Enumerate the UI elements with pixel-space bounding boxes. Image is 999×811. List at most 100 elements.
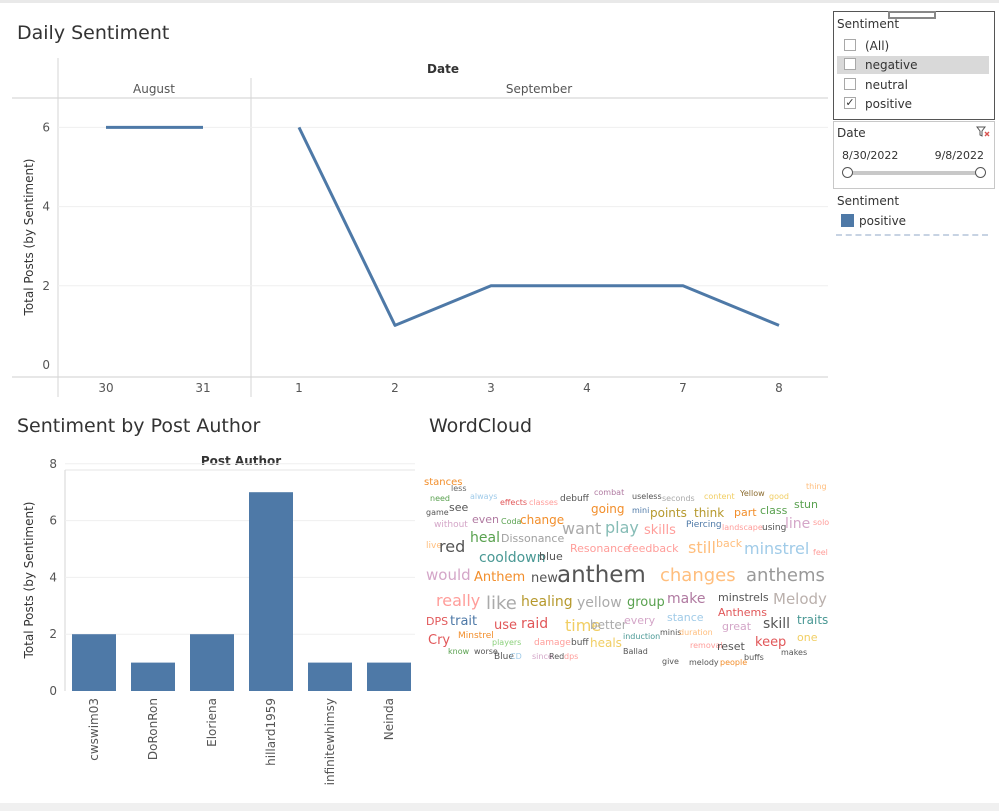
- wordcloud-word[interactable]: use: [494, 619, 517, 632]
- wordcloud-word[interactable]: stance: [667, 612, 704, 623]
- negative-checkbox[interactable]: [844, 58, 856, 70]
- wordcloud-word[interactable]: DPS: [426, 616, 448, 627]
- wordcloud-word[interactable]: make: [667, 592, 705, 606]
- wordcloud-word[interactable]: Melody: [773, 592, 827, 607]
- wordcloud-word[interactable]: melody: [689, 659, 719, 667]
- wordcloud-word[interactable]: still: [688, 540, 716, 556]
- filter-option-neutral[interactable]: neutral: [837, 76, 989, 94]
- wordcloud-word[interactable]: feedback: [628, 543, 679, 554]
- wordcloud-word[interactable]: skill: [763, 617, 790, 631]
- wordcloud-word[interactable]: raid: [521, 617, 548, 631]
- wordcloud-word[interactable]: mini: [632, 507, 649, 515]
- wordcloud-word[interactable]: every: [624, 615, 655, 626]
- wordcloud-word[interactable]: great: [722, 621, 751, 632]
- wordcloud-word[interactable]: yellow: [577, 596, 622, 610]
- wordcloud-word[interactable]: reset: [717, 641, 745, 652]
- wordcloud-word[interactable]: game: [426, 509, 449, 517]
- wordcloud-word[interactable]: Anthems: [718, 607, 767, 618]
- wordcloud-word[interactable]: better: [590, 619, 627, 631]
- wordcloud-word[interactable]: traits: [797, 614, 828, 626]
- wordcloud-word[interactable]: part: [734, 507, 757, 518]
- wordcloud-word[interactable]: trait: [450, 615, 477, 628]
- wordcloud-word[interactable]: red: [439, 539, 465, 555]
- wordcloud-word[interactable]: classes: [529, 499, 558, 507]
- clear-filter-icon[interactable]: [976, 126, 990, 138]
- filter-option-negative[interactable]: negative: [837, 56, 989, 74]
- wordcloud-word[interactable]: heals: [590, 637, 622, 649]
- wordcloud-word[interactable]: going: [591, 503, 625, 515]
- wordcloud-word[interactable]: like: [486, 595, 517, 613]
- wordcloud-word[interactable]: landscape: [722, 524, 763, 532]
- wordcloud-word[interactable]: Cry: [428, 634, 450, 647]
- filter-option-positive[interactable]: ✓ positive: [837, 95, 989, 113]
- wordcloud-word[interactable]: changes: [660, 567, 736, 585]
- filter-option-all[interactable]: (All): [837, 37, 989, 55]
- wordcloud-word[interactable]: Coda: [501, 518, 521, 526]
- filter-drag-handle[interactable]: [888, 11, 936, 19]
- wordcloud-word[interactable]: anthems: [746, 567, 825, 585]
- date-slider-end-handle[interactable]: [975, 167, 986, 178]
- wordcloud-word[interactable]: cooldown: [479, 551, 546, 565]
- neutral-checkbox[interactable]: [844, 78, 856, 90]
- wordcloud-word[interactable]: thing: [806, 483, 827, 491]
- wordcloud-word[interactable]: back: [716, 538, 742, 549]
- wordcloud-word[interactable]: using: [762, 524, 786, 533]
- wordcloud-word[interactable]: would: [426, 568, 471, 583]
- wordcloud-word[interactable]: want: [562, 521, 601, 537]
- wordcloud-word[interactable]: Minstrel: [458, 632, 494, 641]
- date-slider-start-handle[interactable]: [842, 167, 853, 178]
- wordcloud-word[interactable]: useless: [632, 493, 662, 501]
- wordcloud-word[interactable]: players: [492, 639, 521, 647]
- all-checkbox[interactable]: [844, 39, 856, 51]
- wordcloud-word[interactable]: think: [694, 507, 724, 519]
- wordcloud-word[interactable]: Anthem: [474, 571, 525, 584]
- wordcloud-word[interactable]: CD: [510, 653, 522, 661]
- wordcloud-word[interactable]: stances: [424, 478, 462, 488]
- wordcloud-word[interactable]: change: [520, 514, 564, 526]
- wordcloud-word[interactable]: anthem: [557, 564, 646, 587]
- wordcloud-word[interactable]: Piercing: [686, 521, 722, 530]
- daily-sentiment-line-chart[interactable]: Date August September 0 2 4 6 Total Posts (by S…: [0, 52, 830, 402]
- wordcloud-word[interactable]: blue: [539, 551, 563, 562]
- wordcloud-word[interactable]: good: [769, 493, 789, 501]
- wordcloud-word[interactable]: minstrel: [744, 541, 809, 557]
- wordcloud-word[interactable]: heal: [470, 531, 500, 545]
- wordcloud-word[interactable]: need: [430, 495, 450, 503]
- wordcloud-word[interactable]: see: [449, 502, 468, 513]
- wordcloud-word[interactable]: seconds: [662, 495, 695, 503]
- wordcloud-word[interactable]: effects: [500, 499, 527, 507]
- date-slider-track[interactable]: [846, 171, 982, 175]
- wordcloud-word[interactable]: class: [760, 505, 787, 516]
- wordcloud-word[interactable]: Dissonance: [501, 533, 564, 544]
- wordcloud-word[interactable]: Red: [549, 653, 564, 661]
- wordcloud-word[interactable]: damage: [534, 639, 571, 648]
- wordcloud-word[interactable]: debuff: [560, 495, 589, 504]
- wordcloud-word[interactable]: even: [472, 514, 499, 525]
- wordcloud-word[interactable]: Resonance: [570, 543, 630, 554]
- wordcloud-word[interactable]: solo: [813, 519, 829, 527]
- positive-checkbox[interactable]: ✓: [844, 97, 856, 109]
- wordcloud-word[interactable]: give: [662, 658, 679, 666]
- wordcloud-word[interactable]: one: [797, 632, 817, 643]
- wordcloud-word[interactable]: dps: [564, 653, 578, 661]
- wordcloud-word[interactable]: always: [470, 493, 497, 501]
- wordcloud-word[interactable]: buff: [571, 639, 589, 648]
- wordcloud-word[interactable]: new: [531, 572, 558, 585]
- wordcloud-word[interactable]: line: [785, 517, 810, 531]
- wordcloud-word[interactable]: without: [434, 521, 468, 530]
- author-sentiment-bar-chart[interactable]: Post Author 0 2 4 6 8 Total Posts (by Sentimen…: [0, 448, 420, 798]
- wordcloud-word[interactable]: Ballad: [623, 648, 648, 656]
- wordcloud-word[interactable]: makes: [781, 649, 807, 657]
- wordcloud-word[interactable]: know: [448, 648, 469, 656]
- wordcloud-word[interactable]: stun: [794, 499, 818, 510]
- wordcloud-word[interactable]: group: [627, 596, 665, 609]
- wordcloud-word[interactable]: points: [650, 507, 687, 519]
- wordcloud-word[interactable]: combat: [594, 489, 624, 497]
- wordcloud-word[interactable]: skills: [644, 524, 676, 537]
- wordcloud-word[interactable]: healing: [521, 595, 573, 609]
- wordcloud-word[interactable]: buffs: [744, 654, 764, 662]
- wordcloud-word[interactable]: Yellow: [740, 490, 765, 498]
- wordcloud-word[interactable]: play: [605, 520, 639, 536]
- wordcloud-word[interactable]: duration: [679, 629, 713, 637]
- wordcloud-word[interactable]: feel: [813, 549, 828, 557]
